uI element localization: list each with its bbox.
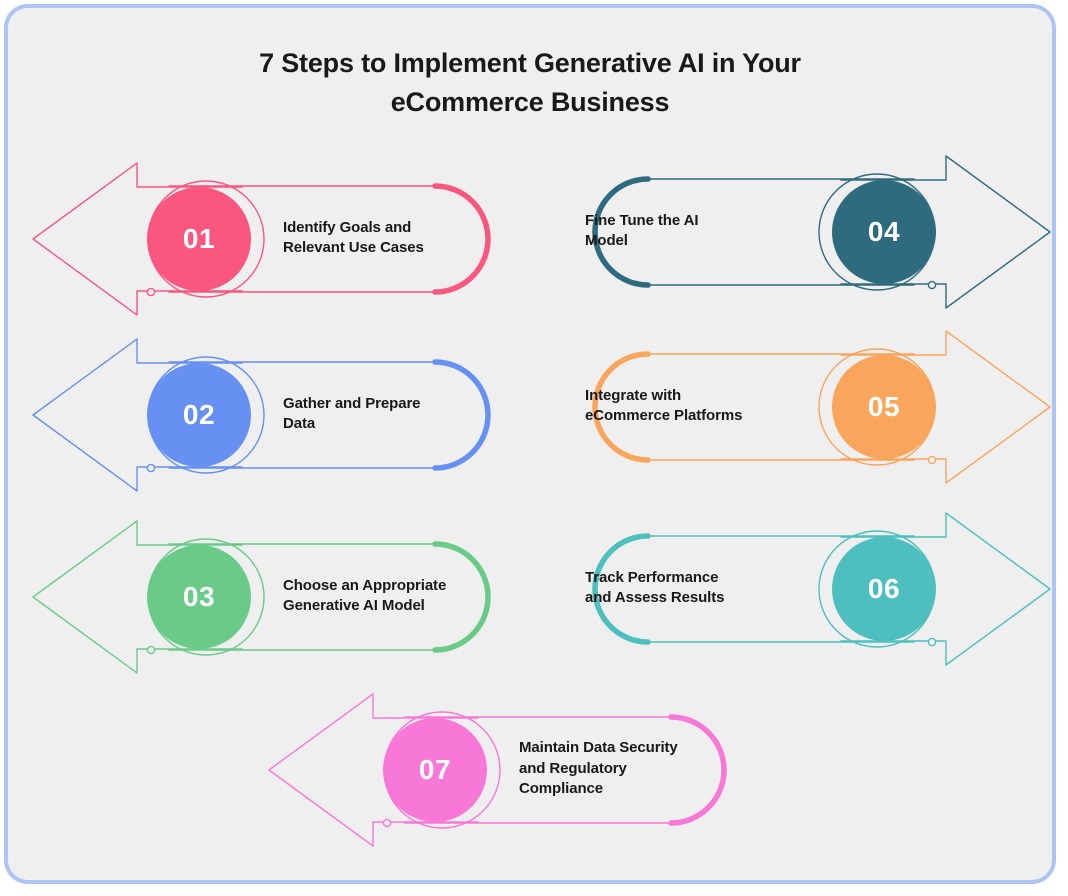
step-label-02: Gather and Prepare Data	[283, 394, 498, 435]
step-number-05: 05	[867, 391, 901, 422]
step-dot-icon	[927, 637, 937, 647]
step-number-03: 03	[182, 581, 216, 612]
page-title-line-1: 7 Steps to Implement Generative AI in Yo…	[259, 48, 801, 78]
step-label-04: Fine Tune the AI Model	[585, 211, 800, 252]
step-label-06: Track Performance and Assess Results	[585, 568, 800, 609]
step-dot-icon	[146, 287, 156, 297]
step-label-line: Relevant Use Cases	[283, 239, 424, 256]
step-number-04: 04	[867, 216, 901, 247]
step-label-line: Compliance	[519, 780, 604, 798]
step-label-line: Model	[585, 232, 628, 249]
page-title: 7 Steps to Implement Generative AI in Yo…	[8, 44, 1052, 122]
step-label-05: Integrate with eCommerce Platforms	[585, 386, 800, 427]
step-dot-icon	[927, 455, 937, 465]
step-label-03: Choose an Appropriate Generative AI Model	[283, 576, 498, 617]
step-label-line: Identify Goals and	[283, 218, 412, 236]
step-label-line: Maintain Data Security	[519, 739, 678, 757]
step-label-line: Generative AI Model	[283, 597, 425, 614]
step-label-line: Integrate with	[585, 386, 682, 404]
step-dot-icon	[382, 818, 392, 828]
step-number-06: 06	[867, 573, 901, 604]
step-label-line: Data	[283, 415, 316, 432]
infographic-frame: 7 Steps to Implement Generative AI in Yo…	[4, 4, 1056, 884]
step-label-07: Maintain Data Security and Regulatory Comp…	[519, 738, 734, 800]
step-dot-icon	[146, 463, 156, 473]
step-number-02: 02	[182, 399, 216, 430]
step-number-01: 01	[182, 223, 216, 254]
step-dot-icon	[927, 280, 937, 290]
page-title-line-2: eCommerce Business	[390, 87, 670, 117]
step-label-line: Track Performance	[585, 568, 719, 586]
step-label-line: and Regulatory	[519, 759, 627, 777]
step-label-01: Identify Goals and Relevant Use Cases	[283, 218, 498, 259]
step-label-line: Gather and Prepare	[283, 394, 421, 412]
step-label-line: and Assess Results	[585, 589, 725, 606]
step-label-line: eCommerce Platforms	[585, 407, 743, 424]
step-dot-icon	[146, 645, 156, 655]
step-label-line: Choose an Appropriate	[283, 576, 447, 594]
step-number-07: 07	[418, 754, 452, 785]
step-label-line: Fine Tune the AI	[585, 211, 699, 229]
